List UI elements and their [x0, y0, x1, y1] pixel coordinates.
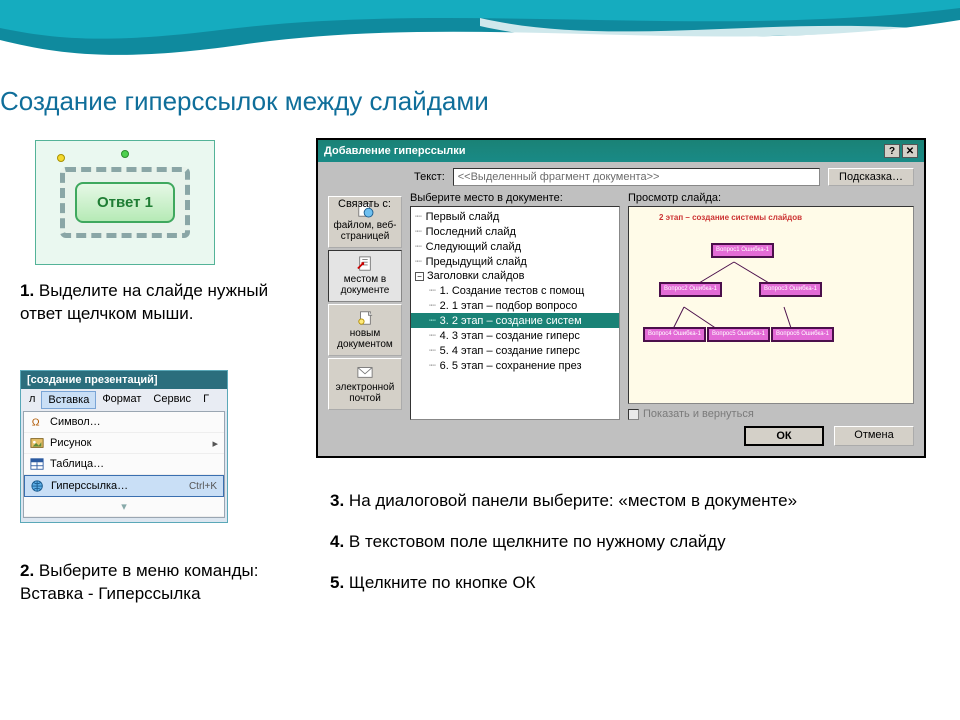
menubar-item-tools[interactable]: Сервис — [147, 391, 197, 409]
svg-text:Ω: Ω — [32, 417, 40, 429]
preview-node: Вопрос3 Ошибка-1 — [759, 282, 822, 297]
preview-label: Просмотр слайда: — [628, 192, 914, 204]
link-with-label: Связать с: — [338, 198, 391, 210]
tree-item: ┈4. 3 этап – создание гиперс — [411, 328, 619, 343]
help-button[interactable]: ? — [884, 144, 900, 158]
step-1-text: 1. Выделите на слайде нужный ответ щелчк… — [20, 280, 270, 326]
tree-item: ┈5. 4 этап – создание гиперс — [411, 343, 619, 358]
menu-expand-chevron[interactable]: ▾ — [24, 497, 224, 517]
close-button[interactable]: ✕ — [902, 144, 918, 158]
place-in-doc-icon — [356, 256, 374, 272]
page-title: Создание гиперссылок между слайдами — [0, 86, 489, 117]
preview-connectors — [629, 207, 913, 403]
insert-hyperlink-dialog: Добавление гиперссылки ? ✕ Связать с: Те… — [316, 138, 926, 458]
tree-item: ┈1. Создание тестов с помощ — [411, 283, 619, 298]
preview-node: Вопрос1 Ошибка-1 — [711, 243, 774, 258]
dialog-titlebar: Добавление гиперссылки ? ✕ — [318, 140, 924, 162]
tree-item: ┈2. 1 этап – подбор вопросо — [411, 298, 619, 313]
link-to-bar: файлом, веб-страницей местом в документе… — [328, 196, 402, 420]
preview-node: Вопрос4 Ошибка-1 — [643, 327, 706, 342]
show-and-return-checkbox — [628, 409, 639, 420]
text-input[interactable]: <<Выделенный фрагмент документа>> — [453, 168, 820, 186]
cancel-button[interactable]: Отмена — [834, 426, 914, 446]
show-and-return-label: Показать и вернуться — [643, 408, 754, 420]
tree-item: ┈Последний слайд — [411, 224, 619, 239]
text-label: Текст: — [414, 171, 445, 183]
header-decoration — [0, 0, 960, 70]
new-doc-icon — [356, 310, 374, 326]
answer-button[interactable]: Ответ 1 — [75, 182, 175, 223]
table-icon — [30, 457, 44, 471]
tree-item: ┈Первый слайд — [411, 209, 619, 224]
picture-icon — [30, 436, 44, 450]
slide-preview: 2 этап – создание системы слайдов Вопрос… — [628, 206, 914, 404]
insert-menu-screenshot: [создание презентаций] л Вставка Формат … — [20, 370, 228, 523]
menubar-item[interactable]: Г — [197, 391, 215, 409]
choose-place-label: Выберите место в документе: — [410, 192, 620, 204]
link-to-email[interactable]: электронной почтой — [328, 358, 402, 410]
symbol-icon: Ω — [30, 415, 44, 429]
tree-item-selected: ┈3. 2 этап – создание систем — [411, 313, 619, 328]
menu-item-hyperlink[interactable]: Гиперссылка… Ctrl+K — [24, 475, 224, 497]
menubar: л Вставка Формат Сервис Г — [21, 389, 227, 411]
link-to-new-document[interactable]: новым документом — [328, 304, 402, 356]
steps-3-5-text: 3. На диалоговой панели выберите: «место… — [330, 490, 890, 613]
step-2-text: 2. Выберите в меню команды: Вставка - Ги… — [20, 560, 270, 606]
document-tree[interactable]: ┈Первый слайд ┈Последний слайд ┈Следующи… — [410, 206, 620, 420]
menubar-item[interactable]: л — [23, 391, 41, 409]
tree-item: ┈Следующий слайд — [411, 239, 619, 254]
tree-item: ┈Предыдущий слайд — [411, 254, 619, 269]
answer-shape-illustration: Ответ 1 — [35, 140, 215, 265]
link-to-place-in-document[interactable]: местом в документе — [328, 250, 402, 302]
menu-item-table[interactable]: Таблица… — [24, 454, 224, 475]
menu-item-picture[interactable]: Рисунок ▸ — [24, 433, 224, 454]
preview-node: Вопрос5 Ошибка-1 — [707, 327, 770, 342]
tree-group: −Заголовки слайдов — [411, 269, 619, 283]
menu-item-symbol[interactable]: Ω Символ… — [24, 412, 224, 433]
preview-node: Вопрос6 Ошибка-1 — [771, 327, 834, 342]
hint-button[interactable]: Подсказка… — [828, 168, 914, 186]
globe-link-icon — [31, 479, 45, 493]
tree-item: ┈6. 5 этап – сохранение през — [411, 358, 619, 373]
menubar-item-format[interactable]: Формат — [96, 391, 147, 409]
email-icon — [356, 364, 374, 380]
ok-button[interactable]: ОК — [744, 426, 824, 446]
insert-dropdown: Ω Символ… Рисунок ▸ Таблица… Гиперссылка… — [23, 411, 225, 518]
menubar-item-insert[interactable]: Вставка — [41, 391, 96, 409]
app-window-caption: [создание презентаций] — [21, 371, 227, 389]
preview-node: Вопрос2 Ошибка-1 — [659, 282, 722, 297]
